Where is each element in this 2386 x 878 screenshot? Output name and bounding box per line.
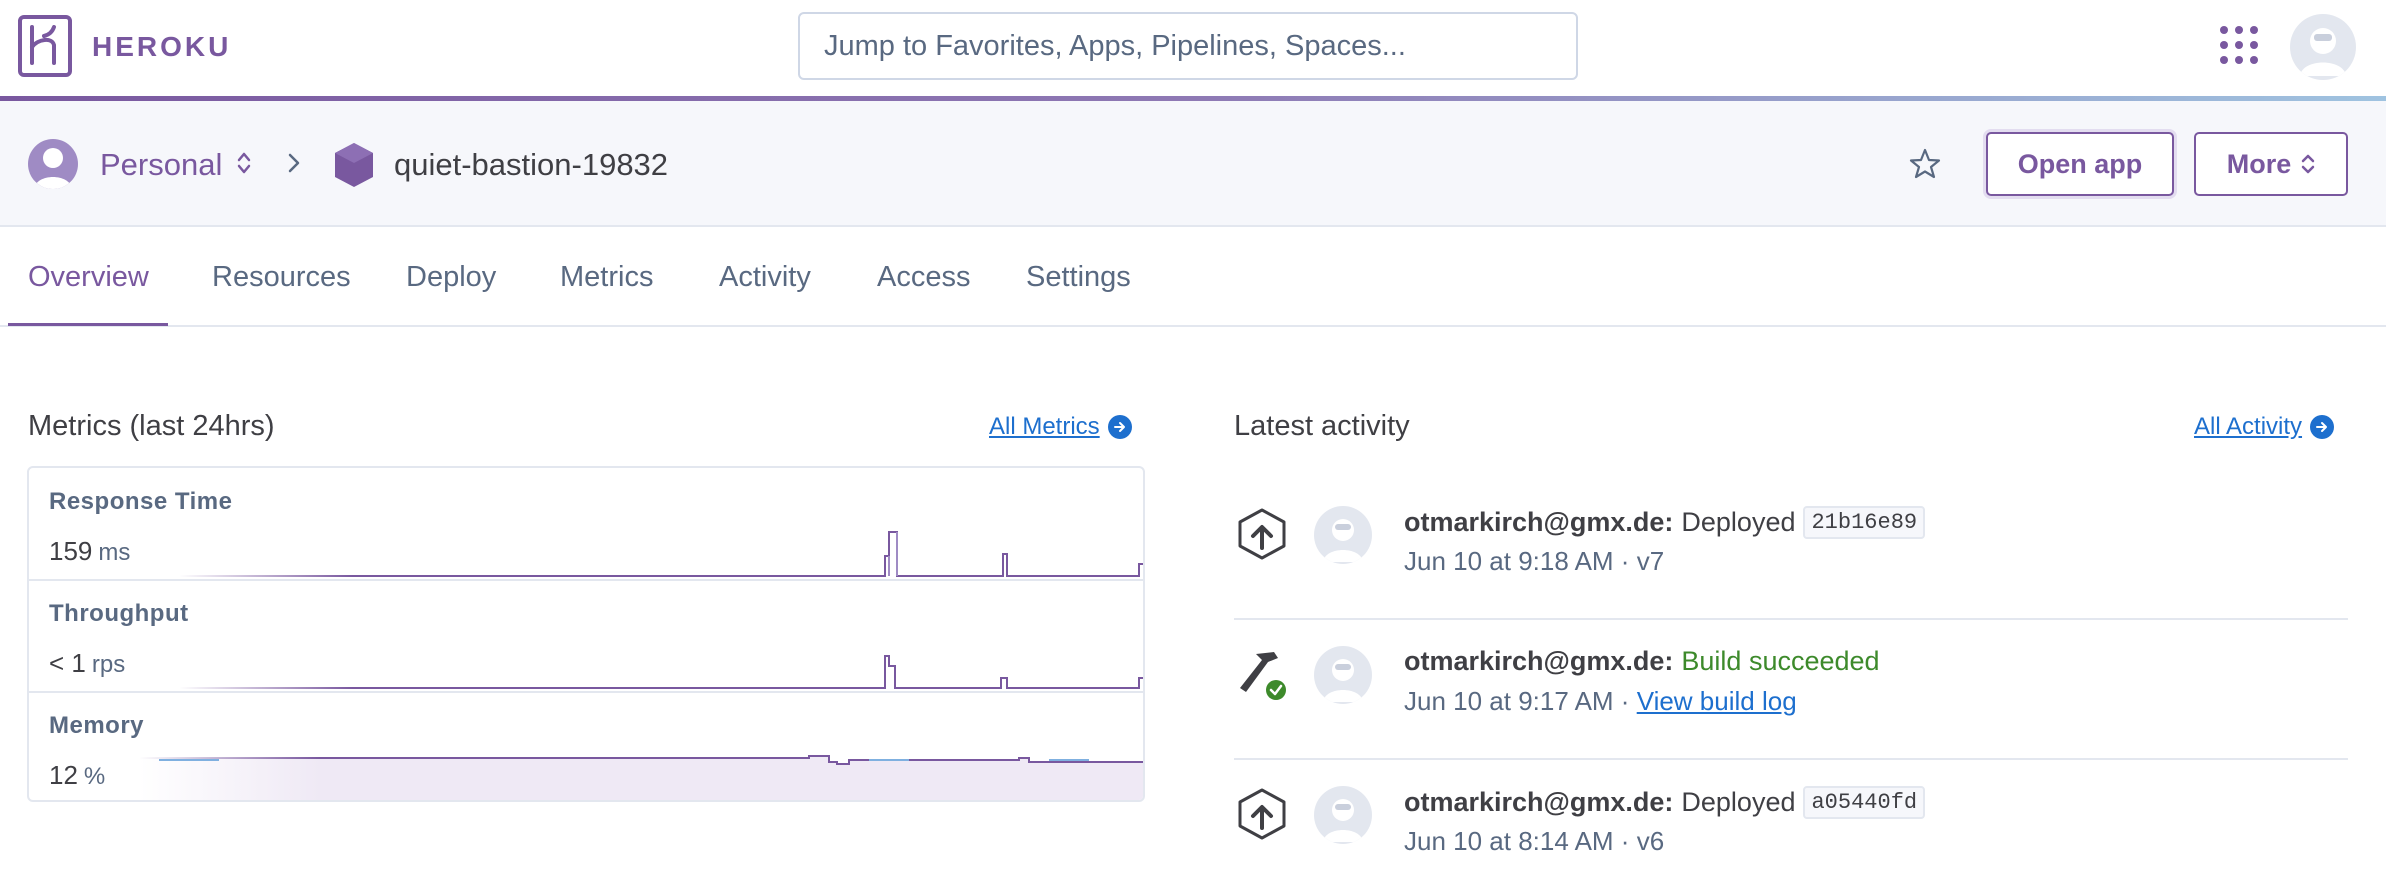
metric-memory[interactable]: Memory 12% (29, 692, 1143, 800)
metric-divider (29, 579, 1143, 581)
deploy-upload-icon (1238, 508, 1286, 560)
activity-time: Jun 10 at 9:17 AM · (1404, 686, 1637, 716)
tab-access[interactable]: Access (877, 261, 970, 294)
apps-grid-icon[interactable] (2220, 26, 2258, 64)
metrics-title: Metrics (last 24hrs) (28, 410, 275, 442)
user-avatar-icon (1314, 506, 1372, 564)
all-metrics-link[interactable]: All Metrics (989, 413, 1132, 441)
top-bar: HEROKU (0, 0, 2386, 96)
metric-unit: ms (98, 539, 131, 566)
metric-label: Memory (49, 712, 145, 739)
activity-item: otmarkirch@gmx.de: Build succeeded Jun 1… (1234, 620, 2348, 760)
activity-summary: otmarkirch@gmx.de: Build succeeded (1404, 646, 1880, 677)
metric-number: 12 (49, 760, 78, 790)
star-icon[interactable] (1908, 147, 1942, 181)
tab-deploy[interactable]: Deploy (406, 261, 496, 294)
activity-time: Jun 10 at 8:14 AM · v6 (1404, 826, 1665, 856)
view-build-log-link[interactable]: View build log (1637, 686, 1797, 716)
app-hexagon-icon (335, 143, 373, 187)
activity-action: Deployed (1681, 787, 1796, 817)
metrics-card: Response Time 159 ms Throughput < 1 rps Me… (27, 466, 1145, 802)
deploy-upload-icon (1238, 788, 1286, 840)
chevron-right-icon (288, 153, 300, 173)
user-avatar-icon[interactable] (2290, 14, 2356, 80)
metric-value: < 1 rps (49, 648, 125, 679)
arrow-circle-right-icon (2310, 415, 2335, 439)
chevron-updown-icon (2302, 154, 2315, 174)
personal-avatar-icon (28, 139, 78, 189)
active-tab-indicator (8, 323, 168, 326)
tab-metrics[interactable]: Metrics (560, 261, 653, 294)
metric-response-time[interactable]: Response Time 159 ms (29, 468, 1143, 580)
memory-sparkline (139, 755, 1143, 800)
commit-hash[interactable]: 21b16e89 (1803, 506, 1926, 539)
brand-name[interactable]: HEROKU (92, 31, 231, 63)
tab-settings[interactable]: Settings (1026, 261, 1131, 294)
activity-item: otmarkirch@gmx.de: Deployed 21b16e89 Jun… (1234, 480, 2348, 620)
tab-activity[interactable]: Activity (719, 261, 811, 294)
activity-user: otmarkirch@gmx.de: (1404, 787, 1674, 817)
open-app-button[interactable]: Open app (1986, 132, 2174, 196)
activity-summary: otmarkirch@gmx.de: Deployed a05440fd (1404, 786, 1926, 819)
more-button-label: More (2226, 148, 2292, 179)
heroku-logo-icon[interactable] (18, 15, 72, 77)
response-time-sparkline (179, 531, 1143, 577)
app-header: Personal quiet-bastion-19832 Open app Mo… (0, 101, 2386, 227)
app-name: quiet-bastion-19832 (394, 147, 669, 182)
activity-time-row: Jun 10 at 9:17 AM · View build log (1404, 686, 1797, 717)
activity-user: otmarkirch@gmx.de: (1404, 507, 1674, 537)
tab-overview[interactable]: Overview (28, 261, 149, 294)
arrow-circle-right-icon (1107, 415, 1132, 439)
metric-number: < 1 (49, 648, 86, 678)
chevron-updown-icon[interactable] (236, 150, 252, 176)
activity-action: Deployed (1681, 507, 1796, 537)
activity-item: otmarkirch@gmx.de: Deployed a05440fd Jun… (1234, 760, 2348, 878)
app-tabs: Overview Resources Deploy Metrics Activi… (0, 227, 2386, 327)
activity-summary: otmarkirch@gmx.de: Deployed 21b16e89 (1404, 506, 1926, 539)
metric-number: 159 (49, 536, 93, 566)
activity-time: Jun 10 at 9:18 AM · v7 (1404, 546, 1665, 576)
metric-label: Response Time (49, 488, 233, 515)
metric-value: 12% (49, 760, 105, 791)
more-button[interactable]: More (2194, 132, 2348, 196)
tab-resources[interactable]: Resources (212, 261, 351, 294)
activity-user: otmarkirch@gmx.de: (1404, 646, 1674, 676)
metric-unit: % (83, 763, 106, 790)
metric-throughput[interactable]: Throughput < 1 rps (29, 580, 1143, 692)
commit-hash[interactable]: a05440fd (1803, 786, 1926, 819)
metric-value: 159 ms (49, 536, 130, 567)
metric-label: Throughput (49, 600, 189, 627)
all-metrics-label: All Metrics (989, 413, 1100, 440)
metric-unit: rps (91, 651, 126, 678)
all-activity-label: All Activity (2194, 413, 2303, 440)
user-avatar-icon (1314, 646, 1372, 704)
search-input[interactable] (798, 12, 1578, 80)
user-avatar-icon (1314, 786, 1372, 844)
account-switcher[interactable]: Personal (100, 147, 222, 183)
throughput-sparkline (179, 655, 1143, 689)
activity-action: Build succeeded (1681, 646, 1880, 676)
build-hammer-icon (1240, 652, 1286, 700)
all-activity-link[interactable]: All Activity (2194, 413, 2335, 441)
metric-divider (29, 691, 1143, 693)
activity-title: Latest activity (1234, 410, 1410, 442)
